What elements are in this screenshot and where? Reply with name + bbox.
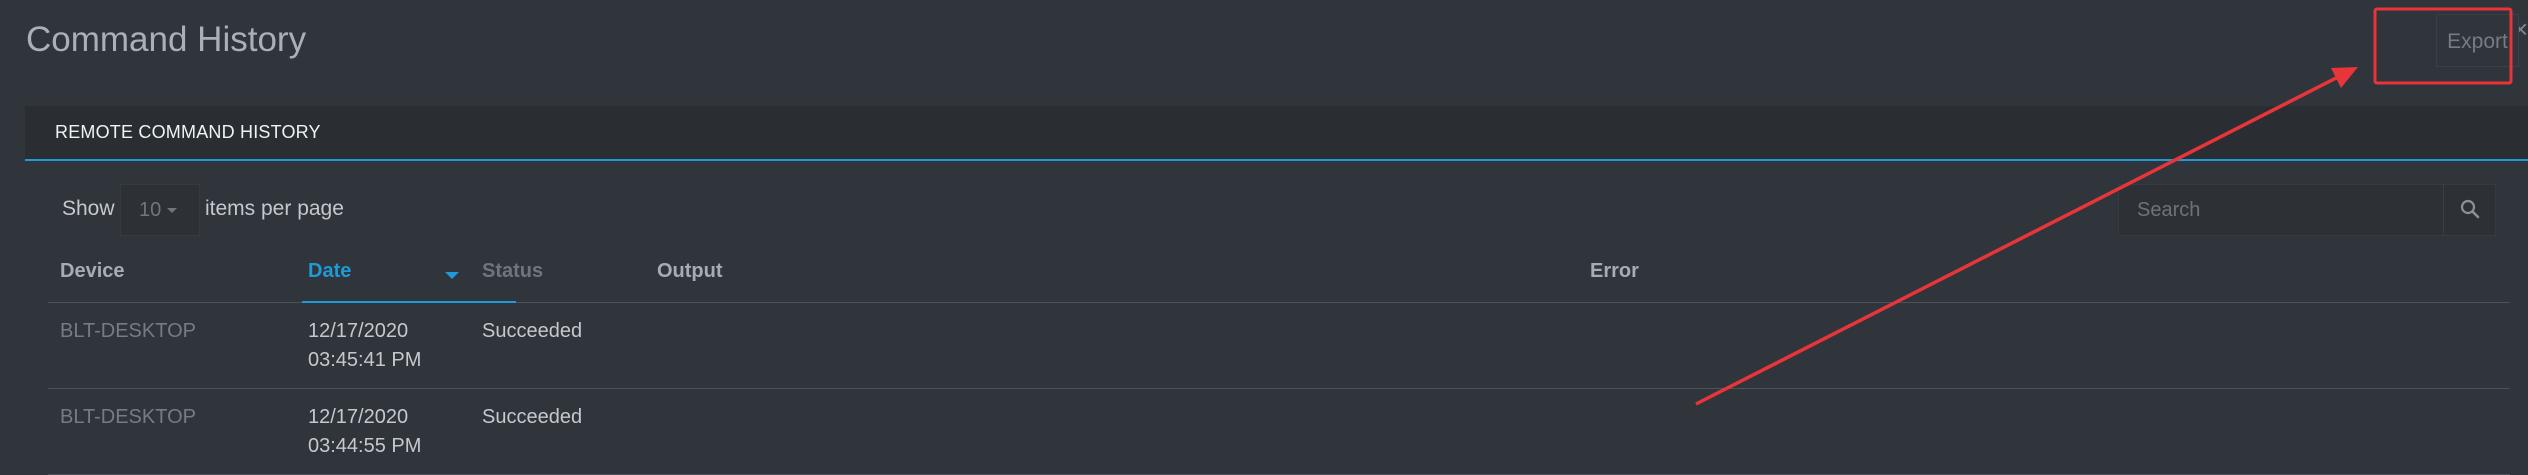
column-header-date[interactable]: Date: [308, 258, 351, 302]
search-icon: [2460, 199, 2480, 219]
cell-date-time: 03:45:41 PM: [308, 349, 422, 371]
tab-remote-command-history[interactable]: REMOTE COMMAND HISTORY: [55, 106, 321, 159]
show-label: Show: [62, 197, 115, 220]
search-input[interactable]: [2119, 185, 2445, 235]
search-box: [2118, 184, 2496, 236]
cell-date-day: 12/17/2020: [308, 406, 409, 428]
cell-date: 12/17/2020 03:45:41 PM: [308, 317, 448, 375]
cell-date: 12/17/2020 03:44:55 PM: [308, 403, 448, 461]
cell-device: BLT-DESKTOP: [60, 320, 196, 342]
page-size-value: 10: [139, 199, 162, 221]
cell-status: Succeeded: [482, 406, 583, 428]
page-title: Command History: [26, 20, 307, 59]
column-header-output[interactable]: Output: [657, 258, 723, 302]
cell-date-day: 12/17/2020: [308, 320, 409, 342]
tab-bar: REMOTE COMMAND HISTORY: [25, 106, 2528, 161]
chevron-down-icon: [167, 208, 178, 214]
table-header: Device Date Status Output Error: [48, 258, 2510, 303]
cell-status: Succeeded: [482, 320, 583, 342]
sort-descending-icon[interactable]: [445, 272, 459, 279]
table-row[interactable]: BLT-DESKTOP 12/17/2020 03:45:41 PM Succe…: [48, 303, 2510, 389]
cell-device: BLT-DESKTOP: [60, 406, 196, 428]
page-size-select[interactable]: 10: [120, 184, 200, 236]
export-button[interactable]: Export: [2436, 14, 2519, 67]
cell-date-time: 03:44:55 PM: [308, 435, 422, 457]
table-row[interactable]: BLT-DESKTOP 12/17/2020 03:44:55 PM Succe…: [48, 389, 2510, 475]
items-per-page-label: items per page: [205, 197, 344, 220]
column-header-device[interactable]: Device: [60, 258, 125, 302]
column-header-error[interactable]: Error: [1590, 258, 1639, 302]
search-button[interactable]: [2443, 185, 2495, 235]
column-header-status[interactable]: Status: [482, 258, 543, 302]
annotation-arrow-head: [2331, 67, 2358, 88]
